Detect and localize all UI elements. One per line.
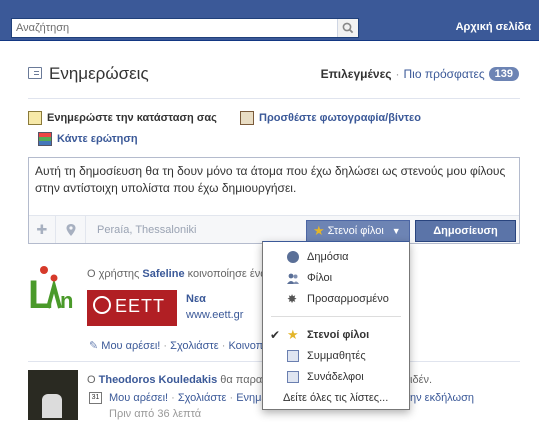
story1-suffix: κοινοποίησε ένα: [184, 268, 267, 280]
like-link[interactable]: Μου αρέσει!: [109, 392, 168, 404]
status-icon: [28, 111, 42, 125]
audience-option-friends[interactable]: Φίλοι: [263, 268, 409, 288]
avatar[interactable]: L n: [28, 264, 78, 317]
classmates-icon: [287, 350, 299, 362]
story2-user-link[interactable]: Theodoros Kouledakis: [99, 374, 218, 386]
svg-text:n: n: [60, 288, 73, 313]
question-icon: [38, 132, 52, 146]
story1-prefix: Ο χρήστης: [87, 268, 143, 280]
link-thumbnail[interactable]: ΕΕΤΤ: [87, 290, 177, 326]
audience-selector[interactable]: ★ Στενοί φίλοι ▼: [306, 220, 410, 242]
add-location-button[interactable]: [56, 216, 86, 243]
audience-option-custom[interactable]: ✸ Προσαρμοσμένο: [263, 289, 409, 309]
option-label: Φίλοι: [307, 272, 333, 284]
tag-people-button[interactable]: ✚: [29, 216, 56, 243]
story1-header: Ο χρήστης Safeline κοινοποίησε ένα: [87, 268, 267, 280]
comment-link[interactable]: Σχολιάστε: [178, 392, 227, 404]
photo-icon: [240, 111, 254, 125]
link-url[interactable]: www.eett.gr: [186, 309, 243, 321]
safeline-logo: L n: [28, 266, 73, 317]
tab-update-status-label: Ενημερώστε την κατάσταση σας: [47, 112, 217, 124]
header-divider: [28, 98, 520, 99]
home-link[interactable]: Αρχική σελίδα: [456, 21, 531, 33]
audience-option-public[interactable]: Δημόσια: [263, 247, 409, 267]
link-title[interactable]: Nεα: [186, 293, 206, 305]
audience-option-close-friends[interactable]: ✔ ★ Στενοί φίλοι: [263, 325, 409, 345]
thumbnail-text: ΕΕΤΤ: [115, 296, 166, 316]
location-text: Peraía, Thessaloniki: [97, 224, 197, 236]
menu-divider: [271, 316, 401, 317]
option-label: Στενοί φίλοι: [307, 329, 370, 341]
dot-separator: ·: [171, 392, 175, 404]
audience-option-classmates[interactable]: Συμμαθητές: [263, 346, 409, 366]
gear-icon: ✸: [287, 292, 298, 306]
page-title: Ενημερώσεις: [49, 64, 149, 83]
search-placeholder: Αναζήτηση: [16, 22, 70, 34]
calendar-icon: 31: [89, 392, 102, 404]
like-link[interactable]: Μου αρέσει!: [101, 340, 160, 352]
location-pin-icon: [66, 224, 75, 236]
comment-link[interactable]: Σχολιάστε: [170, 340, 219, 352]
search-button[interactable]: [337, 19, 358, 37]
story2-prefix: Ο: [87, 374, 99, 386]
option-label: Συμμαθητές: [307, 350, 366, 362]
dot-separator: ·: [229, 392, 234, 404]
news-feed-icon: [28, 67, 42, 79]
option-label: Συνάδελφοι: [307, 371, 364, 383]
story2-header-tail: ιδέν.: [410, 374, 433, 386]
story1-actions: ✎ Μου αρέσει! · Σχολιάστε · Κοινοπ: [89, 339, 263, 352]
globe-icon: [287, 251, 299, 263]
story2-actions: Μου αρέσει! · Σχολιάστε · Ενημε: [109, 392, 266, 404]
add-person-icon: ✚: [36, 222, 48, 237]
status-textarea[interactable]: Αυτή τη δημοσίευση θα τη δουν μόνο τα άτ…: [35, 163, 513, 197]
star-icon: ★: [313, 223, 325, 238]
audience-option-coworkers[interactable]: Συνάδελφοι: [263, 367, 409, 387]
recent-count-badge: 139: [488, 67, 519, 81]
eett-logo-icon: [93, 296, 111, 314]
tab-add-photo[interactable]: Προσθέστε φωτογραφία/βίντεο: [240, 111, 421, 125]
story1-user-link[interactable]: Safeline: [142, 268, 184, 280]
search-input[interactable]: Αναζήτηση: [11, 18, 359, 38]
publish-button[interactable]: Δημοσίευση: [415, 220, 516, 242]
tab-ask-question-label: Κάντε ερώτηση: [57, 133, 138, 145]
avatar[interactable]: [28, 370, 78, 420]
sort-most-recent[interactable]: Πιο πρόσφατες: [404, 67, 485, 81]
like-icon: ✎: [89, 340, 99, 352]
coworkers-icon: [287, 371, 299, 383]
audience-label: Στενοί φίλοι: [327, 225, 384, 237]
dot-separator: ·: [163, 340, 168, 352]
option-label: Προσαρμοσμένο: [307, 293, 389, 305]
friends-icon: [287, 272, 299, 284]
see-all-lists[interactable]: Δείτε όλες τις λίστες...: [263, 388, 409, 408]
tab-update-status[interactable]: Ενημερώστε την κατάσταση σας: [28, 111, 217, 125]
search-icon: [342, 22, 354, 34]
sort-top-stories[interactable]: Επιλεγμένες: [321, 67, 392, 81]
star-icon: ★: [287, 327, 299, 342]
option-label: Δείτε όλες τις λίστες...: [283, 392, 389, 404]
tab-ask-question[interactable]: Κάντε ερώτηση: [38, 132, 138, 146]
top-bar: Αναζήτηση Αρχική σελίδα: [0, 0, 539, 41]
feed-sort: Επιλεγμένες · Πιο πρόσφατες 139: [321, 67, 519, 81]
avatar-photo: [42, 394, 62, 418]
story2-actions-tail[interactable]: ην εκδήλωση: [410, 392, 474, 404]
option-label: Δημόσια: [307, 251, 349, 263]
sort-separator: ·: [395, 67, 400, 81]
dot-separator: ·: [221, 340, 226, 352]
story2-timestamp[interactable]: Πριν από 36 λεπτά: [109, 408, 201, 420]
share-link[interactable]: Κοινοπ: [228, 340, 263, 352]
checkmark-icon: ✔: [270, 328, 281, 342]
audience-menu: Δημόσια Φίλοι ✸ Προσαρμοσμένο ✔ ★ Στενοί…: [262, 241, 410, 410]
tab-add-photo-label: Προσθέστε φωτογραφία/βίντεο: [259, 112, 421, 124]
caret-down-icon: ▼: [391, 226, 401, 236]
